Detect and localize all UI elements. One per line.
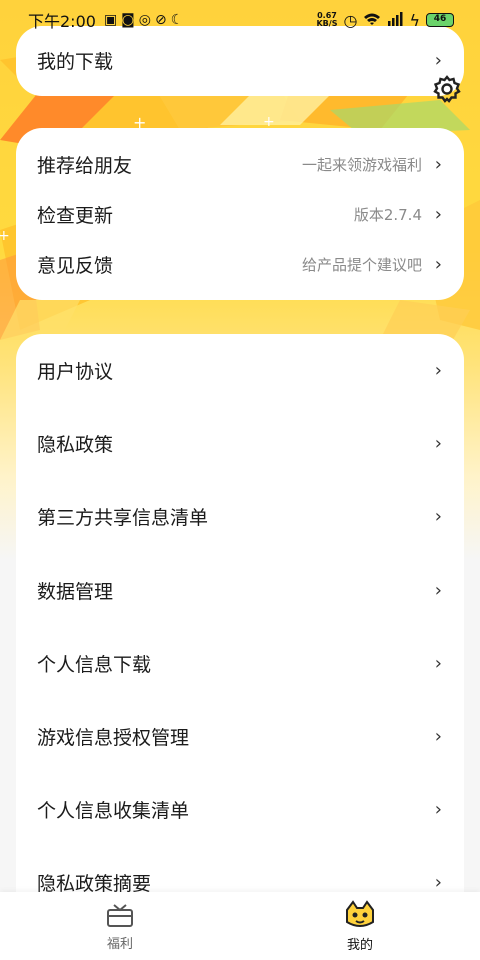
recommend-hint: 一起来领游戏福利: [301, 155, 422, 174]
user-agreement-label: 用户协议: [37, 360, 114, 383]
chevron-right-icon: ›: [434, 871, 442, 893]
gift-box-icon: [107, 903, 133, 927]
tab-welfare-label: 福利: [106, 936, 133, 952]
tab-mine-label: 我的: [346, 937, 373, 953]
tab-mine[interactable]: 我的: [240, 892, 480, 960]
check-update-label: 检查更新: [37, 204, 114, 227]
chevron-right-icon: ›: [434, 359, 442, 381]
personal-info-download-label: 个人信息下载: [37, 653, 152, 676]
weibo-icon: ◎: [138, 12, 151, 28]
status-notification-icons: ▣ ◙ ◎ ⊘ ☾: [104, 12, 183, 28]
charging-icon: ϟ: [409, 10, 420, 30]
third-party-sharing-row[interactable]: 第三方共享信息清单 ›: [16, 492, 464, 540]
my-downloads-label: 我的下载: [37, 50, 114, 73]
chevron-right-icon: ›: [434, 253, 442, 275]
app-actions-card: 推荐给朋友 一起来领游戏福利 › 检查更新 版本2.7.4 › 意见反馈 给产品…: [16, 128, 464, 300]
notification-icon: ▣: [103, 12, 118, 28]
chevron-right-icon: ›: [434, 798, 442, 820]
recommend-to-friend-row[interactable]: 推荐给朋友 一起来领游戏福利 ›: [16, 140, 464, 188]
moon-icon: ☾: [170, 12, 184, 28]
battery-indicator: 46: [426, 13, 454, 27]
network-speed-unit: KB/S: [316, 19, 338, 28]
chevron-right-icon: ›: [434, 505, 442, 527]
gear-icon: [433, 75, 461, 103]
recommend-label: 推荐给朋友: [37, 154, 133, 177]
camera-icon: ◙: [121, 12, 135, 28]
chevron-right-icon: ›: [434, 725, 442, 747]
svg-text:+: +: [0, 228, 10, 244]
feedback-label: 意见反馈: [37, 254, 114, 277]
chevron-right-icon: ›: [434, 579, 442, 601]
chevron-right-icon: ›: [434, 49, 442, 71]
user-agreement-row[interactable]: 用户协议 ›: [16, 346, 464, 394]
game-info-authorization-label: 游戏信息授权管理: [37, 726, 190, 749]
feedback-hint: 给产品提个建议吧: [301, 255, 422, 274]
data-management-row[interactable]: 数据管理 ›: [16, 566, 464, 614]
feedback-row[interactable]: 意见反馈 给产品提个建议吧 ›: [16, 240, 464, 288]
signal-icon: [387, 11, 403, 30]
personal-info-download-row[interactable]: 个人信息下载 ›: [16, 639, 464, 687]
my-downloads-row[interactable]: 我的下载 ›: [16, 36, 464, 84]
network-speed: 0.67 KB/S: [316, 12, 337, 28]
tab-welfare[interactable]: 福利: [0, 892, 240, 960]
alarm-icon: ◷: [343, 10, 358, 30]
chevron-right-icon: ›: [434, 203, 442, 225]
chevron-right-icon: ›: [434, 432, 442, 454]
policy-card: 用户协议 › 隐私政策 › 第三方共享信息清单 › 数据管理 › 个人信息下载 …: [16, 334, 464, 954]
bottom-navigation: 福利 我的: [0, 892, 480, 960]
check-update-row[interactable]: 检查更新 版本2.7.4 ›: [16, 190, 464, 238]
personal-info-collection-label: 个人信息收集清单: [37, 799, 190, 822]
version-hint: 版本2.7.4: [353, 205, 422, 224]
data-management-label: 数据管理: [37, 580, 114, 603]
personal-info-collection-row[interactable]: 个人信息收集清单 ›: [16, 785, 464, 833]
game-mascot-icon: [346, 899, 374, 927]
chevron-right-icon: ›: [434, 153, 442, 175]
blocked-icon: ⊘: [154, 12, 167, 28]
status-time: 下午2:00: [28, 12, 96, 31]
settings-button[interactable]: [432, 74, 462, 104]
chevron-right-icon: ›: [434, 652, 442, 674]
third-party-sharing-label: 第三方共享信息清单: [37, 506, 209, 529]
status-bar: 下午2:00 ▣ ◙ ◎ ⊘ ☾ 0.67 KB/S ◷ ϟ 46: [0, 0, 480, 40]
privacy-policy-row[interactable]: 隐私政策 ›: [16, 419, 464, 467]
wifi-icon: [363, 11, 381, 30]
game-info-authorization-row[interactable]: 游戏信息授权管理 ›: [16, 712, 464, 760]
privacy-policy-label: 隐私政策: [37, 433, 114, 456]
